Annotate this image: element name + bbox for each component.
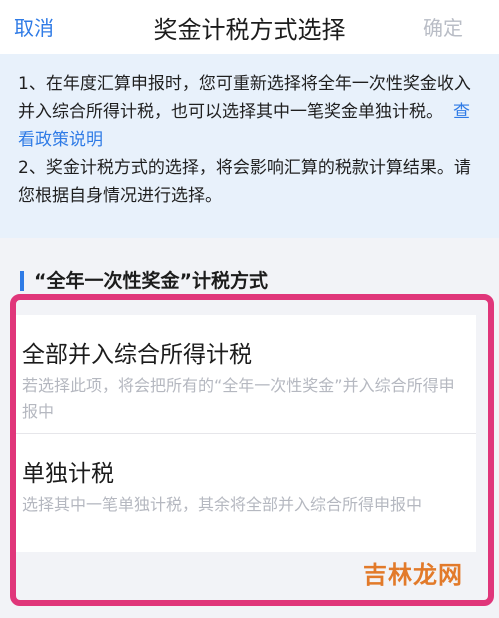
watermark-logo: 吉林龙网 bbox=[363, 561, 463, 589]
notice-line-2: 2、奖金计税方式的选择，将会影响汇算的税款计算结果。请您根据自身情况进行选择。 bbox=[18, 158, 471, 206]
notice-panel: 1、在年度汇算申报时，您可重新选择将全年一次性奖金收入并入综合所得计税，也可以选… bbox=[0, 54, 499, 238]
notice-line-1: 1、在年度汇算申报时，您可重新选择将全年一次性奖金收入并入综合所得计税，也可以选… bbox=[18, 70, 486, 154]
option-title: 全部并入综合所得计税 bbox=[22, 342, 252, 368]
section-title: “全年一次性奖金”计税方式 bbox=[34, 270, 268, 292]
section-accent-bar bbox=[20, 271, 24, 291]
option-description: 选择其中一笔单独计税，其余将全部并入综合所得申报中 bbox=[22, 495, 423, 514]
top-bar: 取消 奖金计税方式选择 确定 bbox=[0, 0, 499, 54]
confirm-button[interactable]: 确定 bbox=[423, 12, 463, 41]
option-combined-tax[interactable]: 全部并入综合所得计税 若选择此项，将会把所有的“全年一次性奖金”并入综合所得申报… bbox=[16, 315, 476, 434]
option-description: 若选择此项，将会把所有的“全年一次性奖金”并入综合所得申报中 bbox=[22, 376, 455, 421]
option-title: 单独计税 bbox=[22, 461, 114, 487]
option-separate-tax[interactable]: 单独计税 选择其中一笔单独计税，其余将全部并入综合所得申报中 bbox=[16, 434, 476, 552]
notice-line-1-text: 1、在年度汇算申报时，您可重新选择将全年一次性奖金收入并入综合所得计税，也可以选… bbox=[18, 74, 471, 122]
